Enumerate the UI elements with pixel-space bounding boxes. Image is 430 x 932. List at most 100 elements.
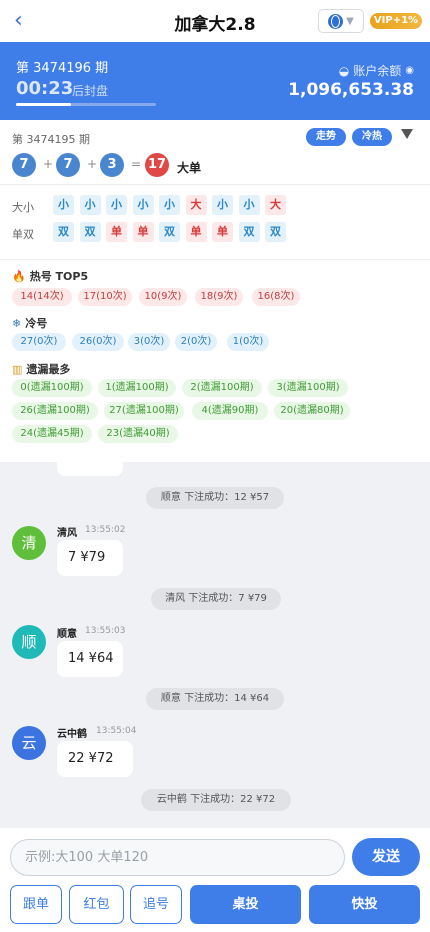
hot-title: 🔥 热号 TOP5 — [12, 268, 88, 284]
page-title: 加拿大2.8 — [174, 15, 256, 35]
hot-title-text: 热号 TOP5 — [29, 270, 89, 283]
sum-ball: 17 — [145, 153, 169, 177]
cold-number-tag[interactable]: 1(0次) — [227, 333, 269, 351]
send-button[interactable]: 发送 — [352, 838, 420, 876]
balance-label: ◒ 账户余额 ◉ — [339, 62, 414, 79]
red-packet-button[interactable]: 红包 — [69, 885, 124, 924]
user-name: 清风 — [57, 528, 77, 539]
message-bubble: 22 ¥72 — [57, 741, 133, 777]
history-cell: 小 — [212, 195, 233, 215]
message-time: 13:55:04 — [96, 726, 137, 736]
divider — [0, 259, 430, 260]
last-draw-period: 第 3474195 期 — [12, 133, 90, 146]
system-message: 云中鹤 下注成功：22 ¥72 — [141, 789, 291, 811]
cold-number-tag[interactable]: 2(0次) — [175, 333, 217, 351]
hot-cold-button[interactable]: 冷热 — [352, 128, 392, 146]
chat-feed[interactable]: 顺意 下注成功：12 ¥57 清 清风 13:55:02 7 ¥79 清风 下注… — [0, 462, 430, 828]
hot-number-tag[interactable]: 16(8次) — [252, 288, 300, 306]
history-cell: 小 — [79, 195, 101, 215]
equals-sign: = — [131, 157, 142, 171]
chase-number-button[interactable]: 追号 — [130, 885, 182, 924]
history-cell: 大 — [265, 195, 286, 215]
message-bubble: 14 ¥64 — [57, 641, 123, 677]
missing-number-tag[interactable]: 20(遗漏80期) — [274, 402, 350, 420]
missing-title-text: 遗漏最多 — [26, 363, 71, 376]
snowflake-icon: ❄ — [12, 316, 22, 330]
draw-ball: 7 — [56, 153, 80, 177]
vip-badge[interactable]: VIP+1% — [370, 13, 422, 29]
size-row-label: 大小 — [12, 201, 34, 214]
cold-number-tag[interactable]: 3(0次) — [128, 333, 170, 351]
avatar[interactable]: 云 — [12, 726, 46, 760]
history-cell: 小 — [238, 195, 260, 215]
history-cell: 双 — [159, 222, 180, 242]
history-cell: 小 — [132, 195, 154, 215]
missing-number-tag[interactable]: 27(遗漏100期) — [104, 402, 184, 420]
missing-number-tag[interactable]: 1(遗漏100期) — [98, 379, 176, 397]
missing-title: ▥ 遗漏最多 — [12, 361, 70, 377]
result-label: 大单 — [177, 161, 202, 175]
trend-button[interactable]: 走势 — [306, 128, 346, 146]
message-bubble-partial — [57, 462, 123, 476]
history-cell: 单 — [185, 222, 207, 242]
history-cell: 双 — [53, 222, 74, 242]
history-cell: 单 — [132, 222, 154, 242]
countdown-status: 后封盘 — [72, 84, 109, 98]
wallet-icon: ◒ — [338, 63, 350, 78]
bottom-bar: 发送 跟单 红包 追号 桌投 快投 — [0, 828, 430, 932]
plus-sign: + — [43, 157, 54, 171]
countdown-progress-bar — [16, 103, 156, 106]
history-cell: 单 — [106, 222, 127, 242]
user-name: 云中鹤 — [57, 729, 87, 740]
collapse-triangle-icon[interactable] — [401, 129, 413, 139]
missing-number-tag[interactable]: 0(遗漏100期) — [12, 379, 92, 397]
current-period: 第 3474196 期 — [16, 61, 109, 76]
globe-icon — [328, 13, 344, 29]
countdown-progress-fill — [16, 103, 71, 106]
history-cell: 小 — [159, 195, 180, 215]
avatar[interactable]: 清 — [12, 526, 46, 560]
follow-bet-button[interactable]: 跟单 — [10, 885, 62, 924]
system-message: 顺意 下注成功：12 ¥57 — [146, 487, 284, 509]
current-period-banner: 第 3474196 期 00:23 后封盘 ◒ 账户余额 ◉ 1,096,653… — [0, 42, 430, 120]
missing-number-tag[interactable]: 26(遗漏100期) — [12, 402, 98, 420]
table-bet-button[interactable]: 桌投 — [190, 885, 301, 924]
quick-bet-button[interactable]: 快投 — [309, 885, 420, 924]
missing-number-tag[interactable]: 24(遗漏45期) — [12, 425, 92, 443]
message-bubble: 7 ¥79 — [57, 540, 123, 576]
hot-number-tag[interactable]: 14(14次) — [12, 288, 72, 306]
history-cell: 单 — [212, 222, 233, 242]
hot-number-tag[interactable]: 17(10次) — [78, 288, 132, 306]
missing-number-tag[interactable]: 4(遗漏90期) — [192, 402, 268, 420]
missing-number-tag[interactable]: 3(遗漏100期) — [268, 379, 348, 397]
language-selector[interactable]: ▼ — [318, 9, 364, 33]
message-time: 13:55:02 — [85, 525, 126, 535]
balance-amount: 1,096,653.38 — [288, 80, 414, 100]
bar-chart-icon: ▥ — [12, 362, 23, 376]
cold-number-tag[interactable]: 27(0次) — [12, 333, 66, 351]
bet-input[interactable] — [10, 839, 345, 876]
cold-number-tag[interactable]: 26(0次) — [72, 333, 124, 351]
system-message: 清风 下注成功：7 ¥79 — [151, 588, 281, 610]
parity-row-label: 单双 — [12, 228, 34, 241]
history-cell: 大 — [185, 195, 207, 215]
hot-number-tag[interactable]: 10(9次) — [139, 288, 187, 306]
history-cell: 双 — [238, 222, 260, 242]
results-panel: 第 3474195 期 走势 冷热 7 + 7 + 3 = 17 大单 大小 小… — [0, 120, 430, 462]
history-cell: 小 — [53, 195, 74, 215]
avatar[interactable]: 顺 — [12, 625, 46, 659]
history-cell: 双 — [265, 222, 286, 242]
message-time: 13:55:03 — [85, 626, 126, 636]
user-name: 顺意 — [57, 629, 77, 640]
missing-number-tag[interactable]: 2(遗漏100期) — [182, 379, 262, 397]
draw-ball: 7 — [12, 153, 36, 177]
fire-icon: 🔥 — [12, 269, 26, 283]
history-cell: 双 — [79, 222, 101, 242]
history-cell: 小 — [106, 195, 127, 215]
top-bar: ‹ 加拿大2.8 ▼ VIP+1% — [0, 0, 430, 42]
system-message: 顺意 下注成功：14 ¥64 — [146, 688, 284, 710]
hot-number-tag[interactable]: 18(9次) — [195, 288, 243, 306]
plus-sign: + — [87, 157, 98, 171]
eye-icon[interactable]: ◉ — [405, 65, 414, 76]
missing-number-tag[interactable]: 23(遗漏40期) — [98, 425, 178, 443]
